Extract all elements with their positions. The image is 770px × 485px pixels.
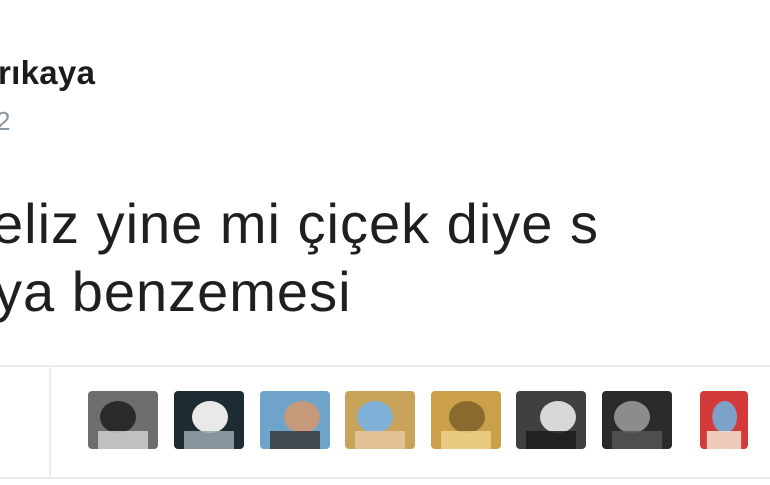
divider	[49, 367, 51, 477]
avatar-3[interactable]	[260, 391, 330, 449]
avatar-4[interactable]	[345, 391, 415, 449]
avatar-6[interactable]	[516, 391, 586, 449]
divider	[0, 365, 770, 367]
avatar-2[interactable]	[174, 391, 244, 449]
avatar-1[interactable]	[88, 391, 158, 449]
avatar-7[interactable]	[602, 391, 672, 449]
tweet-text-line: ya benzemesi	[0, 260, 352, 323]
tweet-text: eliz yine mi çiçek diye s ya benzemesi	[0, 190, 770, 326]
tweet-card: rıkaya 2 eliz yine mi çiçek diye s ya be…	[0, 0, 770, 485]
author-name[interactable]: rıkaya	[0, 54, 95, 92]
author-handle[interactable]: 2	[0, 106, 10, 137]
avatar-5[interactable]	[431, 391, 501, 449]
divider	[0, 477, 770, 479]
tweet-text-line: eliz yine mi çiçek diye s	[0, 192, 599, 255]
avatar-8[interactable]	[700, 391, 748, 449]
